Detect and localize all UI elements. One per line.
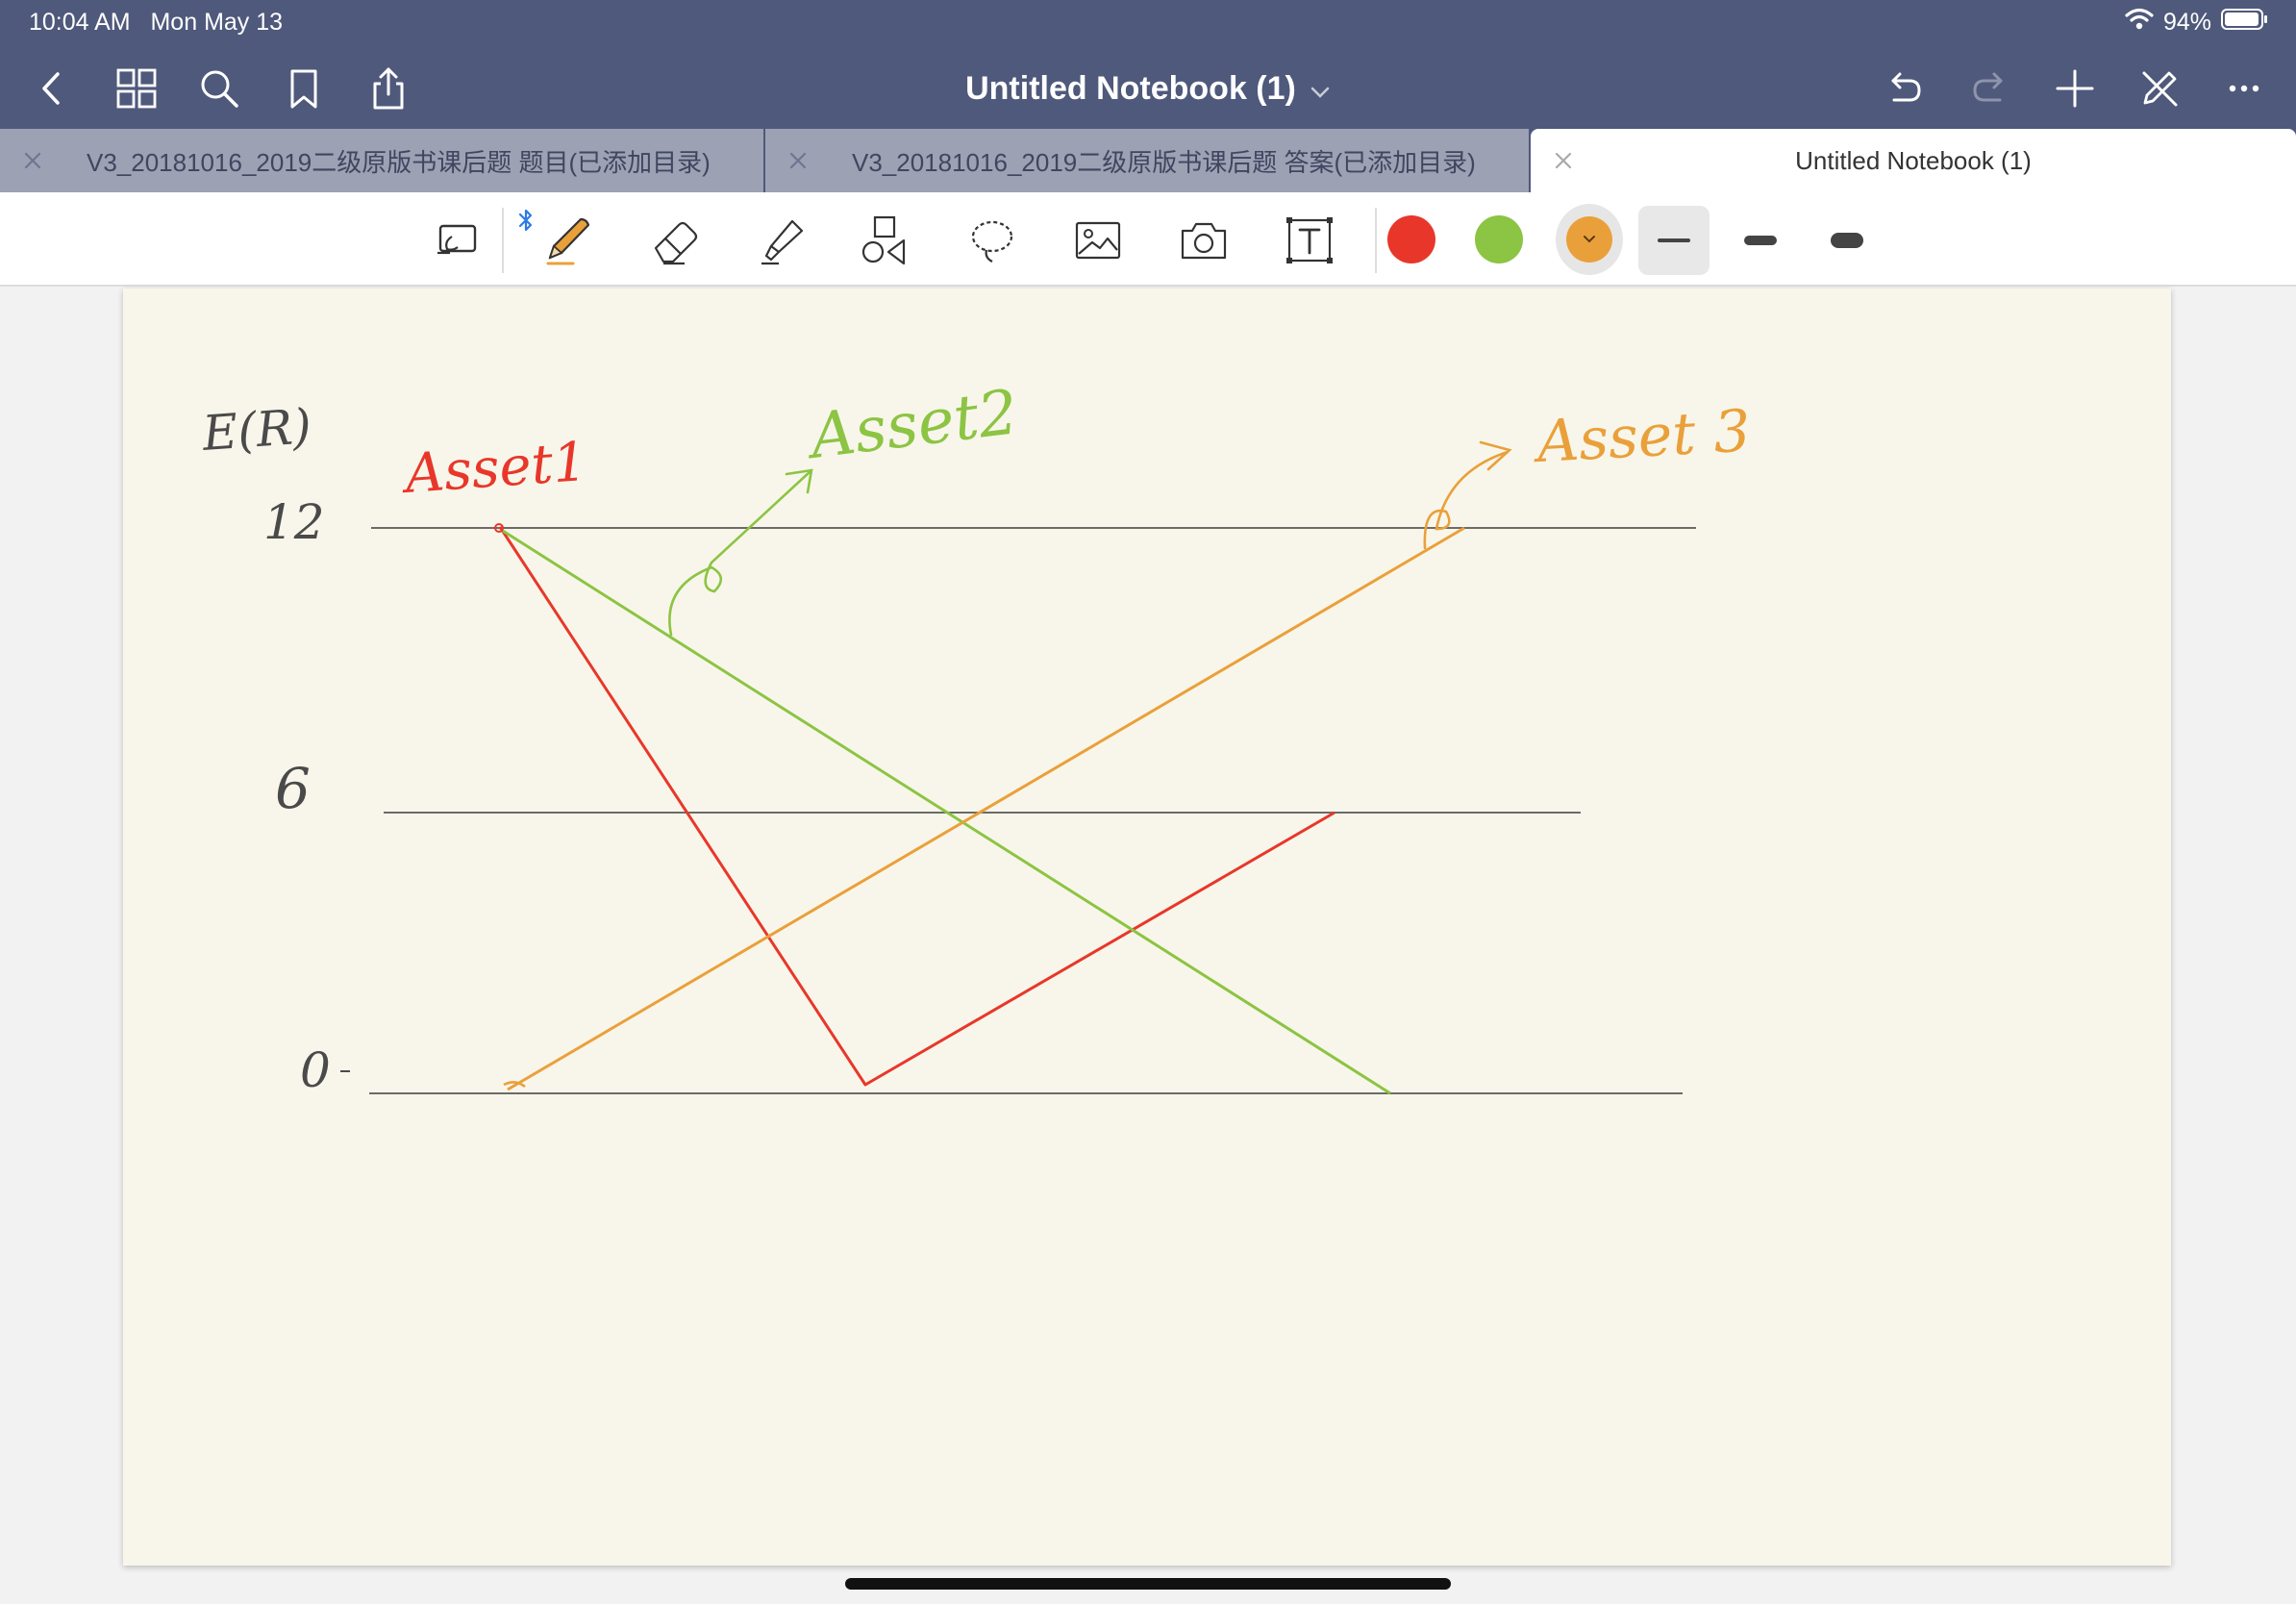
status-indicators: 94% bbox=[2125, 6, 2269, 38]
text-tool-button[interactable] bbox=[1275, 206, 1344, 275]
handwritten-drawing[interactable]: E(R) 12 6 0 Asset1 Asset2 Asset 3 bbox=[123, 288, 2171, 1566]
color-swatch-green[interactable] bbox=[1475, 215, 1523, 263]
text-icon bbox=[1286, 217, 1333, 263]
back-icon[interactable] bbox=[23, 60, 81, 117]
color-swatch-red[interactable] bbox=[1387, 215, 1435, 263]
color-swatch-orange[interactable] bbox=[1566, 216, 1612, 263]
tab-label: V3_20181016_2019二级原版书课后题 题目(已添加目录) bbox=[87, 147, 711, 177]
asset3-line bbox=[507, 526, 1465, 1091]
lasso-tool-button[interactable] bbox=[958, 206, 1027, 275]
read-only-icon bbox=[437, 224, 477, 255]
notebook-workspace[interactable]: E(R) 12 6 0 Asset1 Asset2 Asset 3 bbox=[0, 288, 2296, 1604]
tool-bar bbox=[0, 192, 2296, 287]
status-time: 10:04 AM Mon May 13 bbox=[29, 6, 283, 38]
tick-label-12: 12 bbox=[263, 494, 325, 550]
bookmark-icon[interactable] bbox=[275, 60, 333, 117]
pen-off-icon[interactable] bbox=[2131, 60, 2188, 117]
highlighter-icon bbox=[761, 219, 804, 265]
asset3-label: Asset 3 bbox=[1531, 397, 1752, 476]
asset1-line bbox=[498, 526, 1335, 1087]
close-icon[interactable] bbox=[1546, 143, 1581, 178]
color-swatch-orange-selected-ring[interactable] bbox=[1556, 204, 1623, 275]
stroke-medium-sample bbox=[1744, 236, 1777, 245]
stroke-size-medium[interactable] bbox=[1725, 206, 1796, 275]
stroke-size-fine[interactable] bbox=[1638, 206, 1710, 275]
highlighter-tool-button[interactable] bbox=[746, 206, 815, 275]
asset3-pointer-arrow bbox=[1423, 450, 1510, 550]
more-icon[interactable] bbox=[2215, 60, 2273, 117]
pen-icon bbox=[546, 217, 590, 265]
battery-icon bbox=[2221, 8, 2269, 38]
camera-icon bbox=[1181, 222, 1227, 260]
add-icon[interactable] bbox=[2046, 60, 2104, 117]
share-icon[interactable] bbox=[360, 60, 417, 117]
notebook-page[interactable]: E(R) 12 6 0 Asset1 Asset2 Asset 3 bbox=[123, 288, 2171, 1566]
lasso-icon bbox=[971, 220, 1013, 263]
y-axis-label: E(R) bbox=[200, 398, 313, 462]
clock-time: 10:04 AM bbox=[29, 9, 131, 36]
toolbar-separator bbox=[502, 208, 504, 273]
shapes-tool-button[interactable] bbox=[850, 206, 919, 275]
image-tool-button[interactable] bbox=[1063, 206, 1133, 275]
document-title-text: Untitled Notebook (1) bbox=[965, 69, 1296, 107]
camera-tool-button[interactable] bbox=[1169, 206, 1238, 275]
document-title[interactable]: Untitled Notebook (1) bbox=[965, 70, 1331, 108]
battery-percentage: 94% bbox=[2162, 8, 2211, 36]
eraser-icon bbox=[654, 221, 698, 265]
eraser-tool-button[interactable] bbox=[640, 206, 710, 275]
tab-bar: V3_20181016_2019二级原版书课后题 题目(已添加目录) V3_20… bbox=[0, 129, 2296, 192]
close-icon[interactable] bbox=[15, 143, 50, 178]
tab-label: V3_20181016_2019二级原版书课后题 答案(已添加目录) bbox=[852, 147, 1476, 177]
image-icon bbox=[1075, 221, 1121, 260]
clock-date: Mon May 13 bbox=[150, 9, 284, 36]
home-indicator[interactable] bbox=[845, 1578, 1451, 1590]
redo-icon[interactable] bbox=[1961, 60, 2019, 117]
tab-label: Untitled Notebook (1) bbox=[1795, 145, 2032, 175]
chevron-down-icon bbox=[1310, 70, 1331, 108]
chevron-down-icon bbox=[1584, 236, 1595, 243]
search-icon[interactable] bbox=[190, 60, 248, 117]
shapes-icon bbox=[861, 215, 906, 265]
close-icon[interactable] bbox=[781, 143, 815, 178]
tab-questions[interactable]: V3_20181016_2019二级原版书课后题 题目(已添加目录) bbox=[0, 129, 765, 192]
undo-icon[interactable] bbox=[1875, 60, 1933, 117]
read-only-mode-button[interactable] bbox=[423, 206, 492, 275]
grid-icon[interactable] bbox=[108, 60, 165, 117]
stroke-size-thick[interactable] bbox=[1811, 206, 1883, 275]
asset1-label: Asset1 bbox=[398, 431, 588, 506]
pen-tool-button[interactable] bbox=[533, 206, 602, 275]
asset2-pointer-arrow bbox=[668, 469, 812, 637]
toolbar-separator bbox=[1375, 208, 1377, 273]
stroke-thick-sample bbox=[1831, 233, 1863, 248]
app-header: 10:04 AM Mon May 13 94% Untitled Noteboo… bbox=[0, 0, 2296, 129]
tick-label-0: 0 bbox=[300, 1042, 331, 1098]
tick-label-6: 6 bbox=[275, 756, 311, 821]
wifi-icon bbox=[2125, 8, 2154, 38]
asset2-label: Asset2 bbox=[802, 377, 1022, 473]
stroke-fine-sample bbox=[1658, 238, 1690, 242]
tab-untitled-notebook[interactable]: Untitled Notebook (1) bbox=[1531, 129, 2296, 192]
tab-answers[interactable]: V3_20181016_2019二级原版书课后题 答案(已添加目录) bbox=[765, 129, 1531, 192]
